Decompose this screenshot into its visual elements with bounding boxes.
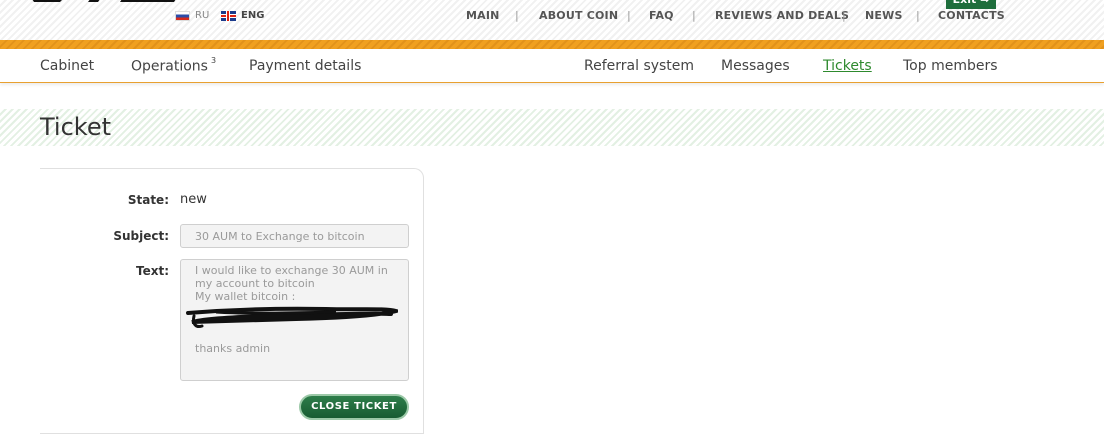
- nav-about-coin[interactable]: ABOUT COIN: [539, 9, 618, 22]
- tab-operations-label: Operations: [131, 58, 208, 75]
- nav-separator: |: [515, 9, 519, 22]
- tab-payment-details[interactable]: Payment details: [249, 58, 361, 74]
- subject-field[interactable]: 30 AUM to Exchange to bitcoin: [180, 224, 409, 248]
- state-value: new: [180, 192, 207, 207]
- nav-contacts[interactable]: CONTACTS: [938, 9, 1005, 22]
- text-label: Text:: [135, 264, 169, 278]
- title-bar: [0, 109, 1104, 146]
- tab-tickets[interactable]: Tickets: [823, 58, 872, 74]
- nav-separator: |: [916, 9, 920, 22]
- nav-separator: |: [692, 9, 696, 22]
- cabinet-nav: Cabinet Operations 3 Payment details Refe…: [0, 49, 1104, 83]
- tab-messages[interactable]: Messages: [721, 58, 790, 74]
- tab-operations[interactable]: Operations 3: [131, 56, 217, 75]
- main-nav: MAIN | ABOUT COIN | FAQ | REVIEWS AND DE…: [0, 9, 1104, 23]
- nav-faq[interactable]: FAQ: [649, 9, 674, 22]
- nav-main[interactable]: MAIN: [466, 9, 500, 22]
- redaction-scribble: [186, 306, 398, 328]
- nav-separator: |: [842, 9, 846, 22]
- nav-reviews-deals[interactable]: REVIEWS AND DEALS: [715, 9, 849, 22]
- subject-label: Subject:: [113, 229, 169, 243]
- state-label: State:: [127, 193, 169, 207]
- operations-count-badge: 3: [210, 56, 217, 65]
- nav-news[interactable]: NEWS: [865, 9, 903, 22]
- tab-referral-system[interactable]: Referral system: [584, 58, 694, 74]
- tab-top-members[interactable]: Top members: [903, 58, 998, 74]
- site-logo[interactable]: [28, 0, 178, 8]
- exit-button[interactable]: Exit ⇒: [946, 0, 996, 9]
- nav-separator: |: [627, 9, 631, 22]
- orange-divider: [0, 40, 1104, 49]
- page-title: Ticket: [40, 113, 112, 141]
- tab-cabinet[interactable]: Cabinet: [40, 58, 94, 74]
- close-ticket-button[interactable]: CLOSE TICKET: [299, 394, 409, 420]
